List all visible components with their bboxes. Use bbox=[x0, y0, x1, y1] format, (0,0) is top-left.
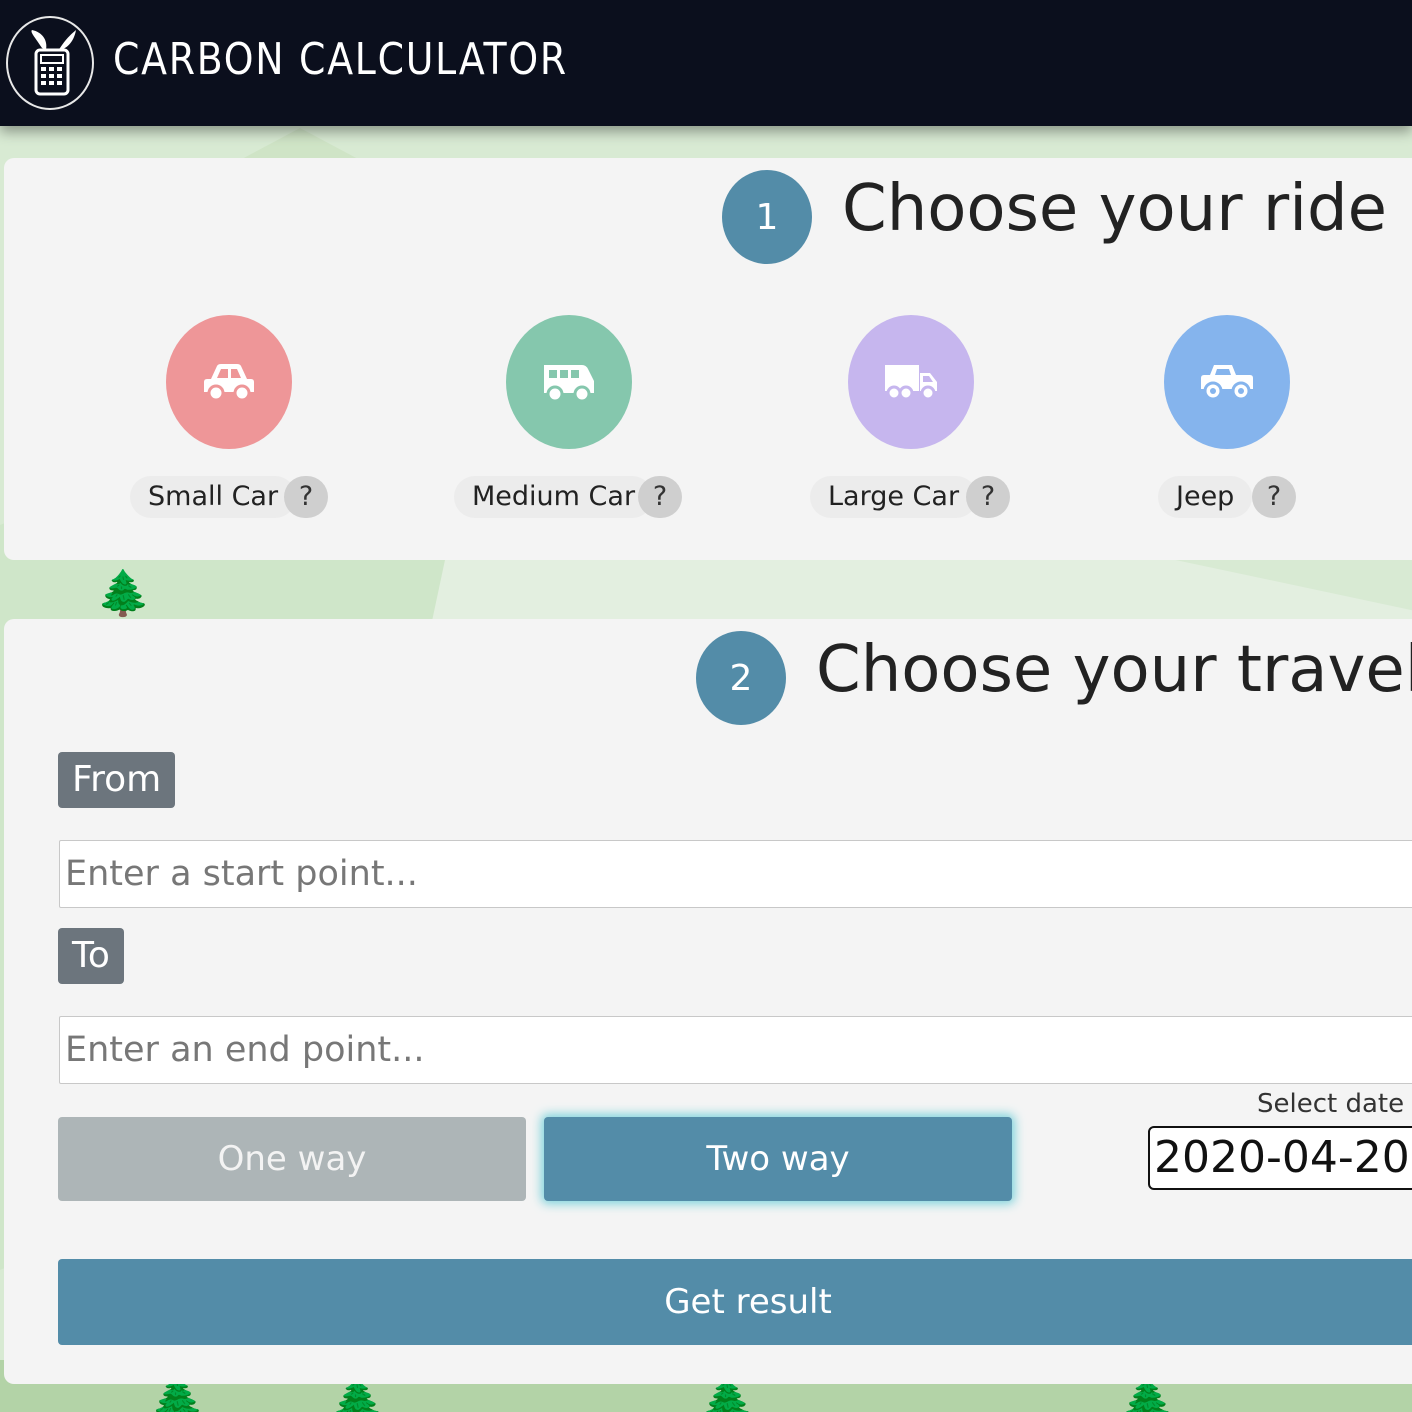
date-label: Select date f bbox=[1257, 1089, 1412, 1119]
ride-label-jeep: Jeep bbox=[1158, 476, 1253, 518]
help-badge-medium-car[interactable]: ? bbox=[638, 476, 682, 518]
large-car-button[interactable] bbox=[848, 315, 974, 449]
from-label: From bbox=[58, 752, 176, 808]
end-point-input[interactable] bbox=[59, 1016, 1412, 1084]
help-badge-large-car[interactable]: ? bbox=[966, 476, 1010, 518]
to-label: To bbox=[58, 928, 124, 984]
top-navbar: CARBON CALCULATOR bbox=[0, 0, 1412, 126]
choose-ride-card: 1 Choose your ride Small Car ? Medium Ca… bbox=[4, 158, 1412, 560]
help-badge-jeep[interactable]: ? bbox=[1252, 476, 1296, 518]
step-number-badge: 2 bbox=[696, 631, 786, 725]
calculator-leaf-logo[interactable] bbox=[6, 16, 94, 110]
van-icon bbox=[544, 365, 594, 403]
two-way-button[interactable]: Two way bbox=[544, 1117, 1012, 1201]
date-input[interactable]: 2020-04-20 bbox=[1148, 1126, 1412, 1190]
get-result-button[interactable]: Get result bbox=[58, 1259, 1412, 1345]
ride-label-small-car: Small Car bbox=[130, 476, 297, 518]
help-badge-small-car[interactable]: ? bbox=[284, 476, 328, 518]
one-way-button[interactable]: One way bbox=[58, 1117, 526, 1201]
section-title: Choose your travel bbox=[816, 633, 1412, 707]
start-point-input[interactable] bbox=[59, 840, 1412, 908]
car-icon bbox=[204, 364, 254, 402]
ride-label-medium-car: Medium Car bbox=[454, 476, 654, 518]
small-car-button[interactable] bbox=[166, 315, 292, 449]
jeep-icon bbox=[1201, 365, 1253, 401]
truck-icon bbox=[885, 365, 937, 401]
section-title: Choose your ride bbox=[842, 172, 1387, 246]
step-number-badge: 1 bbox=[722, 170, 812, 264]
ride-label-large-car: Large Car bbox=[810, 476, 978, 518]
medium-car-button[interactable] bbox=[506, 315, 632, 449]
jeep-button[interactable] bbox=[1164, 315, 1290, 449]
choose-travel-card: 2 Choose your travel From To One way Two… bbox=[4, 619, 1412, 1384]
app-title[interactable]: CARBON CALCULATOR bbox=[113, 34, 568, 85]
